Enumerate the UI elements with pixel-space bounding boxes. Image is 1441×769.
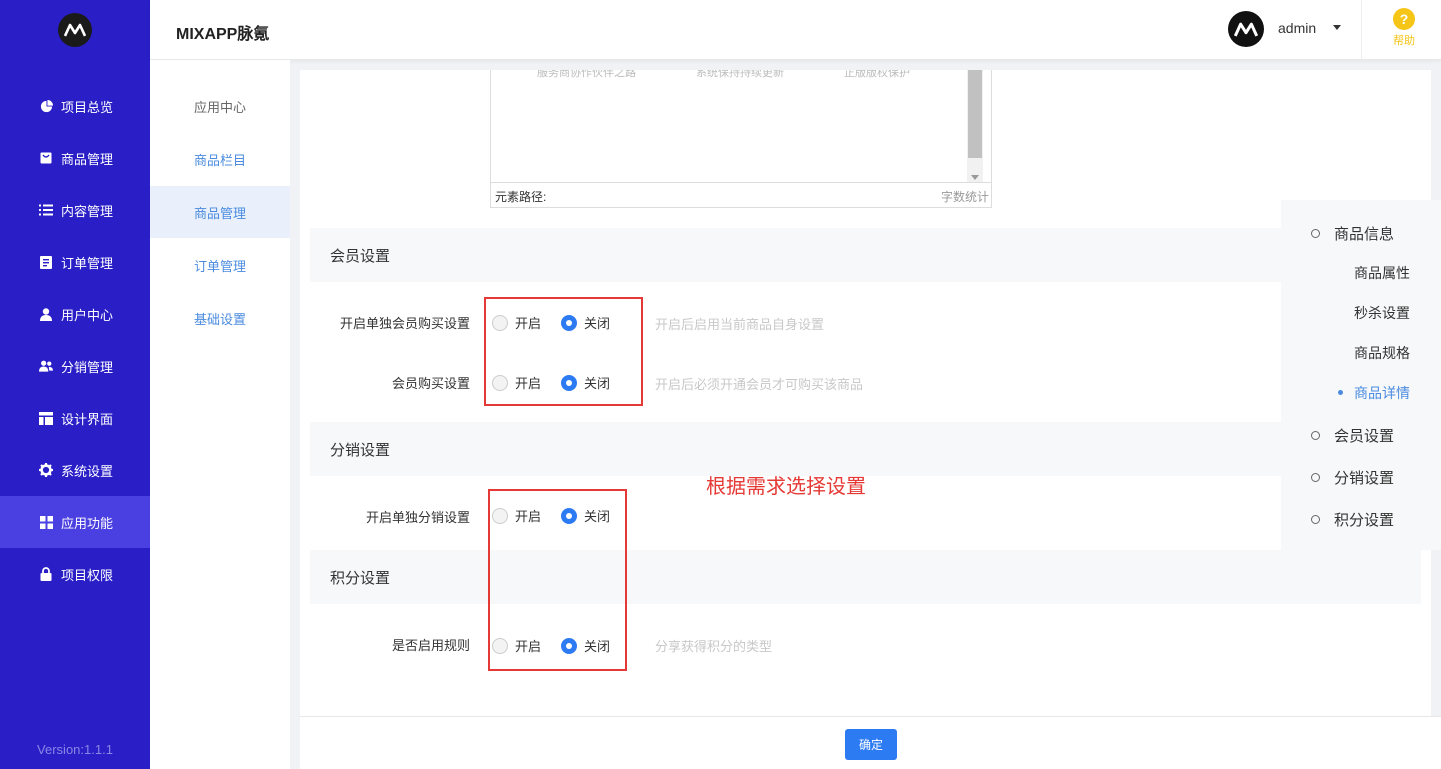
footer-bar: 确定 [300, 716, 1441, 769]
anchor-member-settings[interactable]: 会员设置 [1311, 425, 1394, 446]
anchor-product-info[interactable]: 商品信息 [1311, 223, 1394, 244]
document-icon [39, 255, 53, 269]
main-form: 服务商协作伙伴之路 系统保持持续更新 正版版权保护 元素路径: 字数统计 会员设置 … [300, 70, 1431, 716]
section-distribution-settings: 分销设置 [310, 422, 1421, 476]
lock-icon [39, 567, 53, 581]
version-label: Version:1.1.1 [37, 742, 113, 757]
help-label: 帮助 [1393, 35, 1415, 47]
element-path-label: 元素路径: [495, 190, 547, 204]
anchor-product-details[interactable]: 商品详情 [1338, 383, 1410, 403]
field-label: 是否启用规则 [391, 638, 470, 653]
sidebar-item-overview[interactable]: 项目总览 [0, 80, 150, 132]
annotation-text: 根据需求选择设置 [706, 476, 866, 498]
circle-icon [1311, 473, 1320, 482]
sidebar-item-label: 分销管理 [61, 359, 114, 375]
subnav-item-basic-settings[interactable]: 基础设置 [150, 292, 290, 344]
subnav-item-product-management[interactable]: 商品管理 [150, 186, 290, 238]
gear-icon [39, 463, 53, 477]
sidebar-item-label: 订单管理 [61, 255, 114, 271]
sidebar-item-label: 项目权限 [61, 567, 114, 583]
sidebar-item-label: 系统设置 [61, 463, 114, 479]
main-sidebar: 项目总览 商品管理 内容管理 订单管理 用户中心 分销管理 设计界面 系统设置 … [0, 0, 150, 769]
sidebar-item-label: 设计界面 [61, 411, 114, 427]
anchor-product-specs[interactable]: 商品规格 [1354, 343, 1410, 363]
field-label: 会员购买设置 [391, 376, 470, 391]
word-count-label[interactable]: 字数统计 [941, 188, 989, 205]
sub-sidebar: 应用中心 商品栏目 商品管理 订单管理 基础设置 [150, 60, 290, 769]
sidebar-item-apps[interactable]: 应用功能 [0, 496, 150, 548]
anchor-distribution-settings[interactable]: 分销设置 [1311, 467, 1394, 488]
anchor-points-settings[interactable]: 积分设置 [1311, 509, 1394, 530]
section-points-settings: 积分设置 [310, 550, 1421, 604]
logo[interactable] [0, 0, 150, 60]
layout-icon [39, 411, 53, 425]
user-icon [39, 307, 53, 321]
field-hint: 分享获得积分的类型 [655, 639, 773, 654]
help-button[interactable]: ? 帮助 [1380, 8, 1428, 48]
subnav-item-app-center[interactable]: 应用中心 [150, 80, 290, 132]
sidebar-item-users[interactable]: 用户中心 [0, 288, 150, 340]
avatar[interactable] [1228, 11, 1264, 47]
field-hint: 开启后必须开通会员才可购买该商品 [655, 377, 864, 392]
sidebar-item-label: 应用功能 [61, 515, 114, 531]
anchor-nav: 商品信息 商品属性 秒杀设置 商品规格 商品详情 会员设置 分销设置 积分设置 [1281, 200, 1441, 550]
circle-icon [1311, 515, 1320, 524]
circle-icon [1311, 431, 1320, 440]
app-title: MIXAPP脉氪 [176, 26, 270, 43]
confirm-button[interactable]: 确定 [845, 729, 897, 760]
shopping-bag-icon [39, 151, 53, 165]
sidebar-item-content[interactable]: 内容管理 [0, 184, 150, 236]
anchor-product-attributes[interactable]: 商品属性 [1354, 263, 1410, 283]
sidebar-item-design[interactable]: 设计界面 [0, 392, 150, 444]
field-label: 开启单独会员购买设置 [339, 316, 470, 331]
top-header: MIXAPP脉氪 admin ? 帮助 [150, 0, 1441, 60]
sidebar-item-permissions[interactable]: 项目权限 [0, 548, 150, 600]
sidebar-item-label: 内容管理 [61, 203, 114, 219]
grid-icon [39, 515, 53, 529]
users-icon [39, 359, 53, 373]
section-member-settings: 会员设置 [310, 228, 1421, 282]
sidebar-item-label: 用户中心 [61, 307, 114, 323]
logo-icon [58, 13, 92, 47]
field-label: 开启单独分销设置 [365, 510, 470, 525]
divider [1361, 0, 1362, 60]
sidebar-item-settings[interactable]: 系统设置 [0, 444, 150, 496]
sidebar-item-label: 项目总览 [61, 99, 114, 115]
sidebar-item-label: 商品管理 [61, 151, 114, 167]
pie-chart-icon [39, 99, 53, 113]
help-icon: ? [1393, 8, 1415, 30]
editor-content: 服务商协作伙伴之路 系统保持持续更新 正版版权保护 [537, 70, 910, 79]
circle-icon [1311, 229, 1320, 238]
rich-text-editor[interactable]: 服务商协作伙伴之路 系统保持持续更新 正版版权保护 元素路径: 字数统计 [490, 70, 992, 208]
subnav-item-order-management[interactable]: 订单管理 [150, 239, 290, 291]
subnav-item-product-category[interactable]: 商品栏目 [150, 133, 290, 185]
list-icon [39, 203, 53, 217]
user-name[interactable]: admin [1278, 20, 1316, 36]
scroll-down-arrow-icon[interactable] [971, 175, 979, 180]
field-hint: 开启后启用当前商品自身设置 [655, 317, 825, 332]
editor-scrollbar[interactable] [967, 70, 983, 182]
highlight-box [484, 297, 643, 406]
highlight-box [488, 489, 627, 671]
sidebar-item-distribution[interactable]: 分销管理 [0, 340, 150, 392]
sidebar-item-orders[interactable]: 订单管理 [0, 236, 150, 288]
active-dot-icon [1338, 390, 1343, 395]
editor-statusbar: 元素路径: 字数统计 [491, 182, 991, 207]
scrollbar-thumb[interactable] [968, 70, 982, 158]
sidebar-item-products[interactable]: 商品管理 [0, 132, 150, 184]
chevron-down-icon[interactable] [1333, 25, 1341, 30]
anchor-flash-sale[interactable]: 秒杀设置 [1354, 303, 1410, 323]
